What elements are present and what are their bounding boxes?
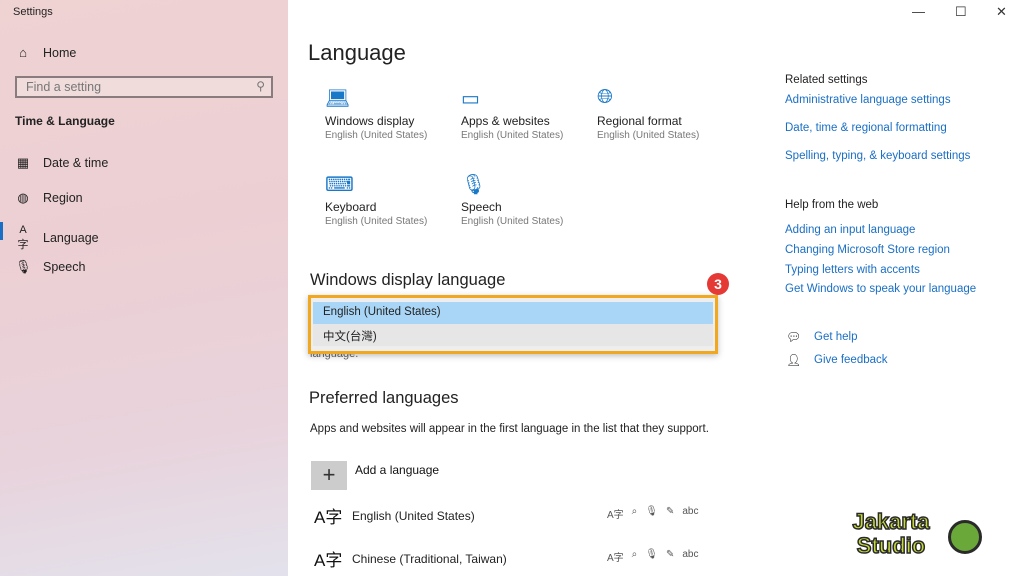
get-help-link[interactable]: Get help [814, 331, 857, 343]
language-features: A字 ⌕ 🎙︎ ✎ abc [607, 549, 699, 564]
language-name: Chinese (Traditional, Taiwan) [352, 551, 507, 566]
language-icon: A字 [17, 224, 29, 251]
tile-sub: English (United States) [325, 130, 428, 141]
microphone-icon: 🎙︎ [645, 506, 658, 517]
tile-sub: English (United States) [597, 130, 700, 141]
sidebar-home[interactable]: ⌂ Home [15, 45, 76, 60]
tile-sub: English (United States) [325, 216, 428, 227]
step-badge: 3 [707, 273, 729, 295]
feedback-icon: 👤︎ [786, 353, 802, 367]
help-heading: Help from the web [785, 199, 879, 211]
maximize-button[interactable]: ☐ [955, 4, 967, 20]
globe-icon: 🌐︎ [597, 86, 613, 108]
handwriting-icon: ✎ [665, 549, 675, 560]
item-label: Language [43, 231, 99, 245]
preferred-heading: Preferred languages [309, 389, 459, 407]
language-icon: A字 [314, 551, 343, 570]
page-title: Language [308, 40, 406, 65]
link-add-input[interactable]: Adding an input language [785, 224, 915, 236]
search-placeholder: Find a setting [26, 80, 102, 94]
language-row[interactable]: A字 Chinese (Traditional, Taiwan) [314, 546, 507, 571]
home-label: Home [43, 45, 77, 60]
tile-title: Speech [461, 200, 502, 214]
search-input[interactable]: Find a setting ⚲ [15, 76, 273, 98]
display-language-icon: A字 [607, 553, 624, 564]
tile-windows-display[interactable]: 💻︎ Windows display English (United States) [325, 86, 455, 141]
language-row[interactable]: A字 English (United States) [314, 503, 475, 528]
item-label: Speech [43, 260, 86, 274]
link-admin-language[interactable]: Administrative language settings [785, 94, 951, 106]
spellcheck-icon: abc [682, 506, 699, 517]
give-feedback-link[interactable]: Give feedback [814, 354, 888, 366]
tile-speech[interactable]: 🎙︎ Speech English (United States) [461, 172, 591, 227]
chat-icon: 💬︎ [786, 330, 802, 344]
display-language-dropdown[interactable]: English (United States) 中文(台灣) [308, 295, 718, 354]
search-icon: ⚲ [256, 79, 265, 93]
sidebar-item-language[interactable]: A字 Language [15, 224, 99, 252]
tile-title: Keyboard [325, 200, 377, 214]
globe-icon: ◍ [17, 190, 29, 205]
microphone-icon: 🎙︎ [15, 259, 32, 274]
add-language-button[interactable]: + [311, 461, 347, 490]
sidebar-item-date-time[interactable]: ▦ Date & time [15, 155, 108, 171]
home-icon: ⌂ [19, 45, 27, 60]
tile-title: Regional format [597, 114, 682, 128]
add-language-label[interactable]: Add a language [355, 463, 439, 477]
tile-apps-websites[interactable]: ▭ Apps & websites English (United States) [461, 86, 591, 141]
keyboard-icon: ⌨ [325, 174, 354, 196]
tile-title: Apps & websites [461, 114, 550, 128]
display-language-icon: A字 [607, 510, 624, 521]
sidebar-item-region[interactable]: ◍ Region [15, 190, 83, 206]
link-spelling-typing[interactable]: Spelling, typing, & keyboard settings [785, 150, 970, 162]
tile-sub: English (United States) [461, 130, 564, 141]
link-accents[interactable]: Typing letters with accents [785, 264, 920, 276]
calendar-clock-icon: ▦ [16, 155, 30, 170]
laptop-icon: 💻︎ [325, 88, 351, 110]
item-label: Region [43, 191, 83, 205]
tile-regional-format[interactable]: 🌐︎ Regional format English (United States) [597, 86, 727, 141]
display-language-heading: Windows display language [310, 271, 506, 289]
option-chinese[interactable]: 中文(台灣) [313, 324, 713, 346]
speech-icon: ⌕ [631, 506, 638, 517]
handwriting-icon: ✎ [665, 506, 675, 517]
tile-keyboard[interactable]: ⌨ Keyboard English (United States) [325, 172, 455, 227]
option-english[interactable]: English (United States) [313, 302, 713, 324]
tile-title: Windows display [325, 114, 415, 128]
microphone-icon: 🎙︎ [461, 174, 487, 196]
sidebar-item-speech[interactable]: 🎙︎ Speech [15, 259, 85, 275]
preferred-description: Apps and websites will appear in the fir… [310, 423, 709, 435]
section-heading: Time & Language [15, 114, 115, 128]
selected-indicator [0, 222, 3, 240]
tile-sub: English (United States) [461, 216, 564, 227]
window-title: Settings [13, 6, 53, 18]
link-store-region[interactable]: Changing Microsoft Store region [785, 244, 950, 256]
speech-icon: ⌕ [631, 549, 638, 560]
snail-mascot-icon [948, 520, 982, 554]
window-icon: ▭ [461, 88, 480, 110]
link-speak-language[interactable]: Get Windows to speak your language [785, 283, 976, 295]
close-button[interactable]: ✕ [996, 4, 1007, 20]
language-features: A字 ⌕ 🎙︎ ✎ abc [607, 506, 699, 521]
language-name: English (United States) [352, 508, 475, 523]
minimize-button[interactable]: — [912, 4, 925, 19]
language-icon: A字 [314, 508, 343, 527]
item-label: Date & time [43, 156, 109, 170]
link-date-time-regional[interactable]: Date, time & regional formatting [785, 122, 947, 134]
spellcheck-icon: abc [682, 549, 699, 560]
plus-icon: + [322, 462, 336, 487]
microphone-icon: 🎙︎ [645, 549, 658, 560]
watermark-logo: Jakarta Studio [852, 509, 931, 559]
sidebar: Settings ⌂ Home Find a setting ⚲ Time & La… [0, 0, 288, 576]
related-heading: Related settings [785, 74, 868, 86]
